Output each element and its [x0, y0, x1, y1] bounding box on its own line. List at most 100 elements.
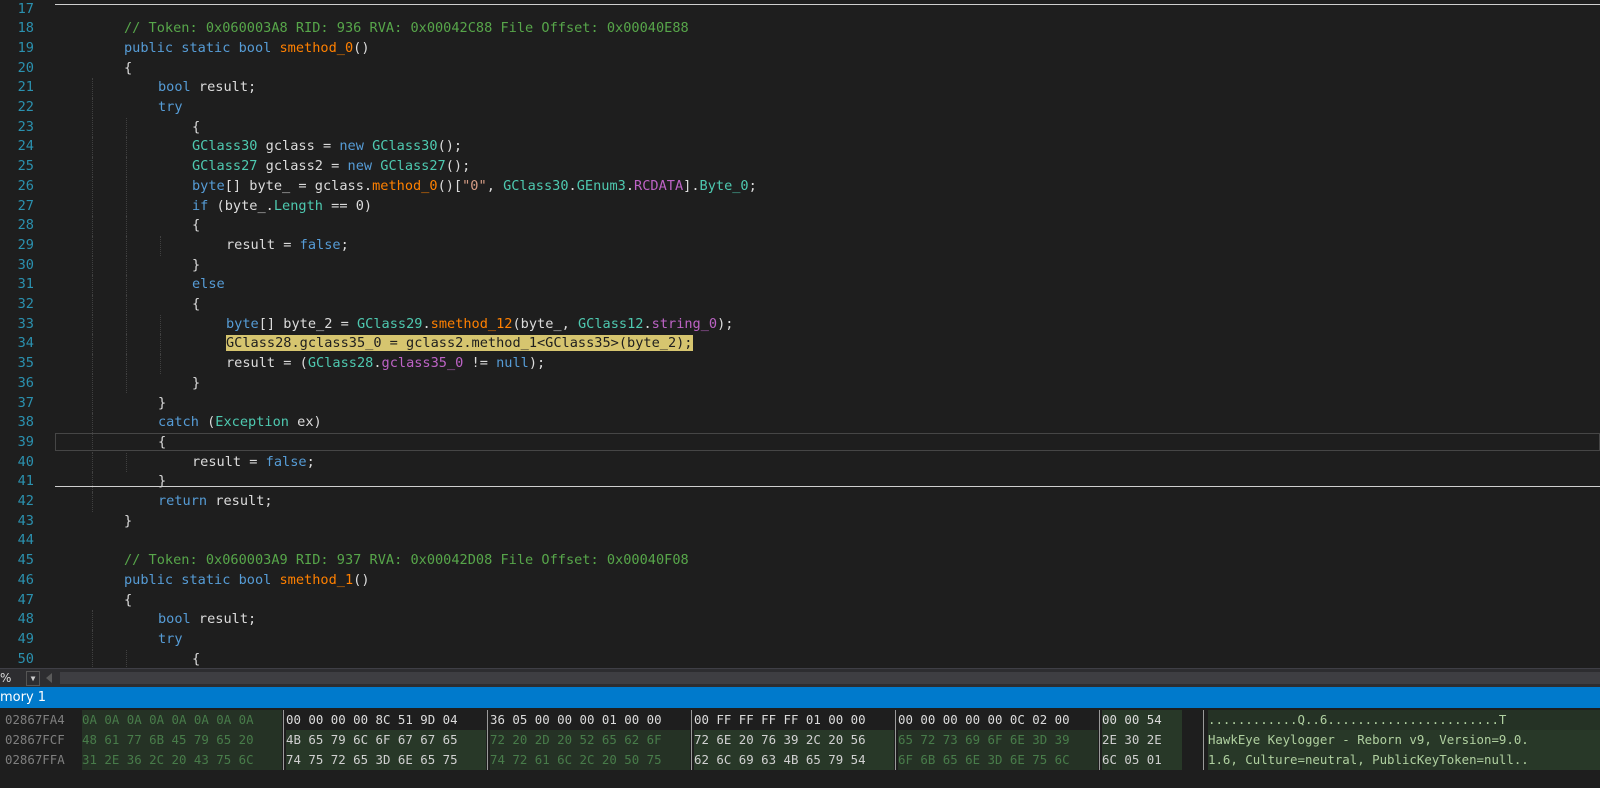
code-line[interactable]: 46 public static bool smethod_1() [0, 571, 1600, 591]
code-line[interactable]: 27 if (byte_.Length == 0) [0, 196, 1600, 217]
memory-byte-group[interactable]: 74 72 61 6C 2C 20 50 75 [490, 750, 690, 770]
code-text: } [192, 374, 200, 394]
scroll-left-icon[interactable] [46, 673, 52, 683]
code-line[interactable]: 23 { [0, 117, 1600, 138]
code-token: result = ( [226, 355, 308, 372]
memory-address: 02867FA4 [5, 712, 65, 727]
memory-window-tab[interactable]: mory 1 [0, 687, 1600, 708]
memory-byte-group[interactable]: 48 61 77 6B 45 79 65 20 [82, 730, 282, 750]
memory-group-divider [1099, 730, 1100, 750]
code-token: . [643, 315, 652, 332]
code-line[interactable]: 47 { [0, 591, 1600, 611]
code-line[interactable]: 43} [0, 512, 1600, 532]
code-line[interactable]: 45 // Token: 0x060003A9 RID: 937 RVA: 0x0… [0, 551, 1600, 571]
code-editor[interactable]: 17 18 // Token: 0x060003A8 RID: 936 RVA: 0… [0, 0, 1600, 668]
code-line[interactable]: 29 result = false; [0, 235, 1600, 256]
code-line[interactable]: 42 return result; [0, 492, 1600, 512]
memory-byte-group[interactable]: 6F 6B 65 6E 3D 6E 75 6C [898, 750, 1098, 770]
code-token: gclass = [257, 138, 340, 155]
memory-byte-group[interactable]: 6C 05 01 [1102, 750, 1182, 770]
line-number: 21 [17, 79, 34, 96]
code-line[interactable]: 17 [0, 0, 1600, 19]
memory-row[interactable]: 02867FFA 31 2E 36 2C 20 43 75 6C 74 75 72 … [0, 750, 1600, 770]
code-token: . [625, 177, 635, 194]
memory-byte-group[interactable]: 2E 30 2E [1102, 730, 1182, 750]
code-line[interactable]: 48 bool result; [0, 610, 1600, 630]
code-token: ( [198, 414, 216, 431]
line-number: 23 [17, 118, 34, 135]
code-line[interactable]: 28 { [0, 216, 1600, 236]
indent-guide [92, 157, 93, 177]
code-token: gclass35_0 [381, 355, 464, 372]
indent-guide [126, 196, 127, 217]
code-text: public static bool smethod_0() [124, 39, 370, 59]
code-line[interactable]: 36} [0, 373, 1600, 394]
code-line[interactable]: 18 // Token: 0x060003A8 RID: 936 RVA: 0x0… [0, 19, 1600, 39]
code-line[interactable]: 41} [0, 472, 1600, 492]
code-line[interactable]: 21 bool result; [0, 78, 1600, 98]
memory-byte-group[interactable]: 31 2E 36 2C 20 43 75 6C [82, 750, 282, 770]
line-number: 30 [17, 256, 34, 273]
memory-byte-group[interactable]: 72 20 2D 20 52 65 62 6F [490, 730, 690, 750]
memory-byte-group[interactable]: 4B 65 79 6C 6F 67 67 65 [286, 730, 486, 750]
memory-byte-group[interactable]: 0A 0A 0A 0A 0A 0A 0A 0A [82, 710, 282, 730]
code-line[interactable]: 19 public static bool smethod_0() [0, 39, 1600, 59]
memory-byte-group[interactable]: 00 FF FF FF FF 01 00 00 [694, 710, 894, 730]
code-text: byte[] byte_ = gclass.method_0()["0", GC… [192, 177, 757, 197]
code-token: (); [437, 138, 463, 155]
indent-guide [92, 629, 93, 650]
memory-byte-group[interactable]: 62 6C 69 63 4B 65 79 54 [694, 750, 894, 770]
code-token: . [422, 315, 431, 332]
code-text: { [124, 59, 132, 79]
code-line[interactable]: 49 try [0, 629, 1600, 650]
code-line[interactable]: 31 else [0, 275, 1600, 295]
indent-guide [126, 295, 127, 315]
code-line[interactable]: 44 [0, 531, 1600, 551]
memory-byte-group[interactable]: 36 05 00 00 00 01 00 00 [490, 710, 690, 730]
code-line[interactable]: 35 result = (GClass28.gclass35_0 != null)… [0, 354, 1600, 374]
indent-guide [126, 373, 127, 394]
code-line[interactable]: 38 catch (Exception ex) [0, 413, 1600, 433]
line-number: 36 [17, 374, 34, 391]
indent-guide [160, 354, 161, 374]
memory-row[interactable]: 02867FA4 0A 0A 0A 0A 0A 0A 0A 0A 00 00 00 … [0, 710, 1600, 730]
memory-byte-group[interactable]: 74 75 72 65 3D 6E 65 75 [286, 750, 486, 770]
memory-window-title: mory 1 [0, 690, 47, 705]
code-line[interactable]: 22 try [0, 98, 1600, 118]
code-line[interactable]: 20 { [0, 59, 1600, 79]
memory-byte-group[interactable]: 65 72 73 69 6F 6E 3D 39 [898, 730, 1098, 750]
line-number: 34 [17, 335, 34, 352]
indent-guide [92, 492, 93, 512]
memory-ascii: HawkEye Keylogger - Reborn v9, Version=9… [1208, 730, 1600, 750]
zoom-dropdown-icon[interactable]: ▼ [26, 671, 40, 686]
memory-row[interactable]: 02867FCF 48 61 77 6B 45 79 65 20 4B 65 79 … [0, 730, 1600, 750]
code-text: // Token: 0x060003A8 RID: 936 RVA: 0x000… [124, 19, 689, 39]
memory-hex-view[interactable]: 02867FA4 0A 0A 0A 0A 0A 0A 0A 0A 00 00 00 … [0, 708, 1600, 788]
code-line[interactable]: 32 { [0, 295, 1600, 315]
indent-guide [92, 314, 93, 335]
memory-byte-group[interactable]: 72 6E 20 76 39 2C 20 56 [694, 730, 894, 750]
indent-guide [92, 472, 93, 492]
code-line[interactable]: 50 { [0, 649, 1600, 668]
code-line[interactable]: 26 byte[] byte_ = gclass.method_0()["0", … [0, 176, 1600, 197]
code-line[interactable]: 25 GClass27 gclass2 = new GClass27(); [0, 157, 1600, 177]
code-token: [] byte_2 = [258, 315, 357, 332]
code-line[interactable]: 37} [0, 393, 1600, 414]
code-line[interactable]: 40 result = false; [0, 452, 1600, 473]
indent-guide [160, 235, 161, 256]
code-line[interactable]: 24 GClass30 gclass = new GClass30(); [0, 137, 1600, 158]
code-text: } [158, 472, 166, 492]
current-line-highlight [55, 432, 1600, 451]
code-token: return [158, 493, 208, 509]
code-text: GClass27 gclass2 = new GClass27(); [192, 157, 470, 177]
line-number: 50 [17, 650, 34, 667]
code-line[interactable]: 34 GClass28.gclass35_0 = gclass2.method_1… [0, 334, 1600, 355]
code-line[interactable]: 30} [0, 255, 1600, 276]
code-line[interactable]: 33 byte[] byte_2 = GClass29.smethod_12(by… [0, 314, 1600, 335]
code-token: smethod_1 [279, 571, 354, 588]
horizontal-scrollbar[interactable] [60, 672, 1600, 684]
memory-byte-group[interactable]: 00 00 00 00 00 0C 02 00 [898, 710, 1098, 730]
memory-byte-group[interactable]: 00 00 00 00 8C 51 9D 04 [286, 710, 486, 730]
memory-byte-group[interactable]: 00 00 54 [1102, 710, 1182, 730]
line-number: 26 [17, 177, 34, 194]
